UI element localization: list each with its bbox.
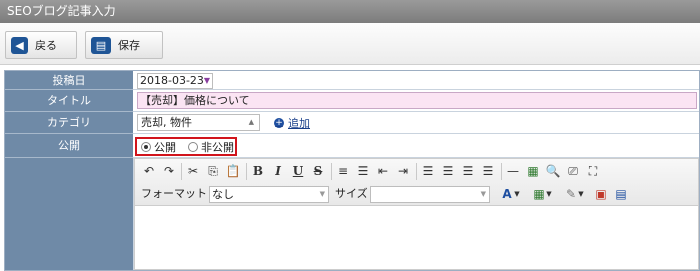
date-label: 投稿日 — [5, 71, 133, 90]
caret-down-icon: ▼ — [480, 190, 486, 198]
special-char-icon[interactable]: ▤ — [613, 186, 629, 202]
bold-button[interactable]: B — [250, 163, 266, 179]
body-label-cell — [5, 158, 133, 270]
caret-down-icon: ▼ — [319, 190, 325, 198]
category-row: 売却, 物件 ▲ + 追加 — [133, 112, 699, 134]
format-select[interactable]: なし ▼ — [209, 186, 329, 203]
cut-icon[interactable]: ✂ — [185, 163, 201, 179]
publish-option-label: 公開 — [154, 140, 176, 154]
title-label: タイトル — [5, 90, 133, 112]
editor-content-area[interactable] — [134, 206, 699, 270]
unpublish-option-label: 非公開 — [201, 140, 234, 154]
caret-up-icon: ▲ — [248, 118, 254, 126]
align-left-icon[interactable]: ☰ — [420, 163, 436, 179]
caret-down-icon[interactable]: ▼ — [577, 186, 585, 202]
title-row: 【売却】価格について — [133, 90, 699, 112]
add-category-link[interactable]: + 追加 — [274, 115, 310, 131]
publish-radio[interactable] — [141, 141, 151, 152]
format-value: なし — [212, 188, 234, 201]
arrow-left-icon: ◀ — [11, 36, 28, 54]
caret-down-icon[interactable]: ▼ — [513, 186, 521, 202]
find-icon[interactable]: 🔍 — [545, 163, 561, 179]
back-button-label: 戻る — [35, 39, 57, 52]
date-value: 2018-03-23 — [140, 74, 204, 87]
back-button[interactable]: ◀ 戻る — [5, 31, 77, 59]
paste-icon[interactable]: 📋 — [225, 163, 241, 179]
source-icon[interactable]: ⎚ — [565, 163, 581, 179]
numbered-list-icon[interactable]: ≡ — [335, 163, 351, 179]
copy-icon[interactable]: ⎘ — [205, 163, 221, 179]
date-select[interactable]: 2018-03-23 ▼ — [137, 73, 213, 89]
category-value: 売却, 物件 — [141, 116, 192, 129]
maximize-icon[interactable]: ⛶ — [585, 163, 601, 179]
indent-icon[interactable]: ⇥ — [395, 163, 411, 179]
unpublish-radio[interactable] — [188, 141, 198, 152]
image-icon[interactable]: ▣ — [593, 186, 609, 202]
publish-label: 公開 — [5, 134, 133, 158]
toolbar-divider — [181, 163, 182, 180]
date-row: 2018-03-23 ▼ — [133, 71, 699, 90]
plus-circle-icon: + — [274, 118, 284, 128]
format-label: フォーマット — [141, 187, 207, 200]
bulleted-list-icon[interactable]: ☰ — [355, 163, 371, 179]
outdent-icon[interactable]: ⇤ — [375, 163, 391, 179]
category-select[interactable]: 売却, 物件 ▲ — [137, 114, 260, 131]
publish-row: 公開 非公開 — [133, 134, 699, 158]
horizontal-rule-icon[interactable]: — — [505, 163, 521, 179]
caret-down-icon[interactable]: ▼ — [545, 186, 553, 202]
save-icon: ▤ — [91, 36, 111, 54]
toolbar-divider — [416, 163, 417, 180]
align-right-icon[interactable]: ☰ — [460, 163, 476, 179]
align-center-icon[interactable]: ☰ — [440, 163, 456, 179]
post-form: 投稿日 2018-03-23 ▼ タイトル 【売却】価格について カテゴリ 売却… — [4, 70, 700, 271]
rich-text-editor: ↶ ↷ ✂ ⎘ 📋 B I U S ≡ ☰ ⇤ ⇥ ☰ ☰ ☰ ☰ — ▦ 🔍 … — [133, 158, 699, 270]
strikethrough-button[interactable]: S — [310, 163, 326, 179]
publish-radio-group: 公開 非公開 — [135, 137, 237, 156]
toolbar-divider — [501, 163, 502, 180]
toolbar-divider — [246, 163, 247, 180]
action-toolbar: ◀ 戻る ▤ 保存 — [0, 23, 700, 65]
caret-down-icon: ▼ — [203, 76, 210, 85]
window-title: SEOブログ記事入力 — [0, 0, 700, 23]
align-justify-icon[interactable]: ☰ — [480, 163, 496, 179]
size-select[interactable]: ▼ — [370, 186, 490, 203]
save-button[interactable]: ▤ 保存 — [85, 31, 163, 59]
title-input[interactable]: 【売却】価格について — [137, 92, 697, 109]
size-label: サイズ — [335, 187, 368, 200]
add-category-label: 追加 — [288, 117, 310, 130]
italic-button[interactable]: I — [270, 163, 286, 179]
undo-icon[interactable]: ↶ — [141, 163, 157, 179]
category-label: カテゴリ — [5, 112, 133, 134]
insert-table-icon[interactable]: ▦ — [525, 163, 541, 179]
underline-button[interactable]: U — [290, 163, 306, 179]
toolbar-divider — [331, 163, 332, 180]
save-button-label: 保存 — [118, 39, 140, 52]
redo-icon[interactable]: ↷ — [161, 163, 177, 179]
editor-toolbar: ↶ ↷ ✂ ⎘ 📋 B I U S ≡ ☰ ⇤ ⇥ ☰ ☰ ☰ ☰ — ▦ 🔍 … — [134, 158, 699, 206]
